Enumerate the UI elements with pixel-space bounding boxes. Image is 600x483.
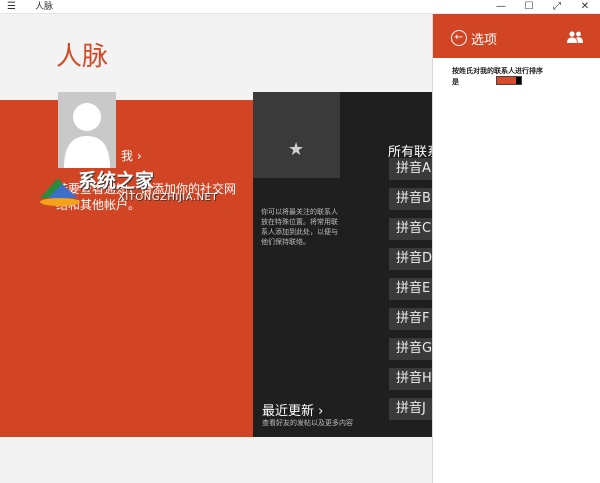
group-tile-f[interactable]: 拼音F	[389, 308, 432, 330]
title-bar: ☰ 人脉 — ☐ ⤢ ✕	[0, 0, 600, 14]
favorite-tile[interactable]	[253, 92, 340, 178]
back-button[interactable]: ←	[451, 30, 467, 46]
group-tile-a[interactable]: 拼音A	[389, 158, 432, 180]
close-button[interactable]: ✕	[571, 0, 599, 14]
flyout-header: ← 选项	[433, 14, 600, 58]
group-tile-d[interactable]: 拼音D	[389, 248, 432, 270]
group-tile-j[interactable]: 拼音J	[389, 398, 432, 420]
minimize-button[interactable]: —	[487, 0, 515, 14]
sort-option-label: 按姓氏对我的联系人进行排序	[452, 67, 543, 75]
watermark-url: XITONGZHIJIA.NET	[118, 192, 218, 203]
sort-option-value: 是	[452, 78, 459, 86]
person-icon	[64, 103, 110, 168]
avatar[interactable]	[58, 92, 116, 168]
recent-updates-subtitle: 查看好友的发帖以及更多内容	[262, 419, 353, 427]
flyout-title: 选项	[471, 33, 498, 48]
favorites-description: 你可以将最关注的联系人放在特殊位置。将常用联系人添加到此处，以便与他们保持联络。	[261, 208, 338, 246]
recent-updates-link[interactable]: 最近更新 ›	[262, 400, 323, 419]
me-link[interactable]: 我 ›	[121, 147, 142, 164]
group-tile-g[interactable]: 拼音G	[389, 338, 432, 360]
page-title: 人脉	[56, 42, 109, 72]
sort-toggle[interactable]	[496, 76, 522, 85]
toggle-knob[interactable]	[516, 77, 521, 84]
group-tile-c[interactable]: 拼音C	[389, 218, 432, 240]
star-icon: ★	[288, 139, 305, 160]
window-title: 人脉	[35, 2, 54, 12]
group-tile-e[interactable]: 拼音E	[389, 278, 432, 300]
fullscreen-button[interactable]: ⤢	[543, 0, 571, 14]
group-tile-h[interactable]: 拼音H	[389, 368, 432, 390]
group-tile-b[interactable]: 拼音B	[389, 188, 432, 210]
people-icon	[567, 31, 583, 43]
watermark-text: 系统之家	[78, 170, 155, 192]
settings-flyout: ← 选项 按姓氏对我的联系人进行排序 是	[432, 14, 600, 483]
maximize-button[interactable]: ☐	[515, 0, 543, 14]
menu-icon[interactable]: ☰	[7, 1, 16, 13]
people-app: 人脉 我 › 若要查看通知，请添加你的社交网络和其他帐户。 系统之家 XITON…	[0, 14, 453, 483]
